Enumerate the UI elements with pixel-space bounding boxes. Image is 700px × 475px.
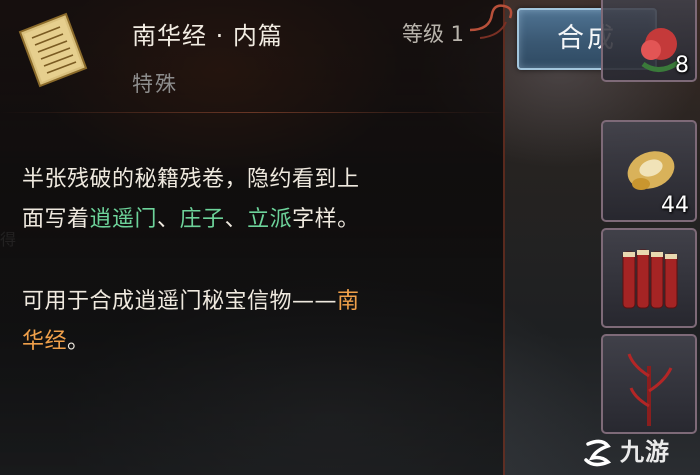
jiuyou-logo-icon <box>584 439 612 467</box>
description-line-1: 半张残破的秘籍残卷，隐约看到上 <box>22 167 360 192</box>
slot-count: 8 <box>675 53 689 78</box>
item-name: 南华经 · 内篇 <box>132 22 283 50</box>
description-line-2: 面写着逍遥门、庄子、立派字样。 <box>22 200 492 240</box>
red-plant-item-icon <box>627 353 673 426</box>
keyword-zhuangzi: 庄子 <box>179 207 225 232</box>
watermark-text: 九游 <box>620 438 670 466</box>
item-description: 半张残破的秘籍残卷，隐约看到上 面写着逍遥门、庄子、立派字样。 <box>22 160 492 240</box>
separator-1: 、 <box>157 207 180 232</box>
usage-target-part-2: 华经 <box>22 329 68 354</box>
slot-count: 44 <box>661 193 689 218</box>
item-tooltip-panel: 南华经 · 内篇 特殊 等级 1 半张残破的秘籍残卷，隐约看到上 面写着逍遥门、… <box>0 0 513 475</box>
usage-suffix: 。 <box>67 329 90 354</box>
description-line-2-prefix: 面写着 <box>22 207 90 232</box>
inventory-slot-4[interactable] <box>601 334 697 434</box>
usage-target-part-1: 南 <box>337 289 360 314</box>
usage-prefix: 可用于合成逍遥门秘宝信物—— <box>22 289 338 314</box>
keyword-xiaoyaomen: 逍遥门 <box>89 207 158 232</box>
item-usage: 可用于合成逍遥门秘宝信物——南华经。 <box>22 282 492 362</box>
separator-2: 、 <box>224 207 248 232</box>
keyword-lipai: 立派 <box>247 207 293 232</box>
inventory-slot-3[interactable] <box>601 228 697 328</box>
description-line-2-suffix: 字样。 <box>292 207 360 232</box>
item-type: 特殊 <box>132 72 178 96</box>
item-level: 等级 1 <box>402 22 465 46</box>
scroll-manuscript-icon <box>18 12 88 88</box>
inventory-slot-2[interactable]: 44 <box>601 120 697 222</box>
red-scroll-bundle-icon <box>622 249 678 309</box>
inventory-slot-1[interactable]: 8 <box>601 0 697 82</box>
header-divider <box>0 112 505 113</box>
